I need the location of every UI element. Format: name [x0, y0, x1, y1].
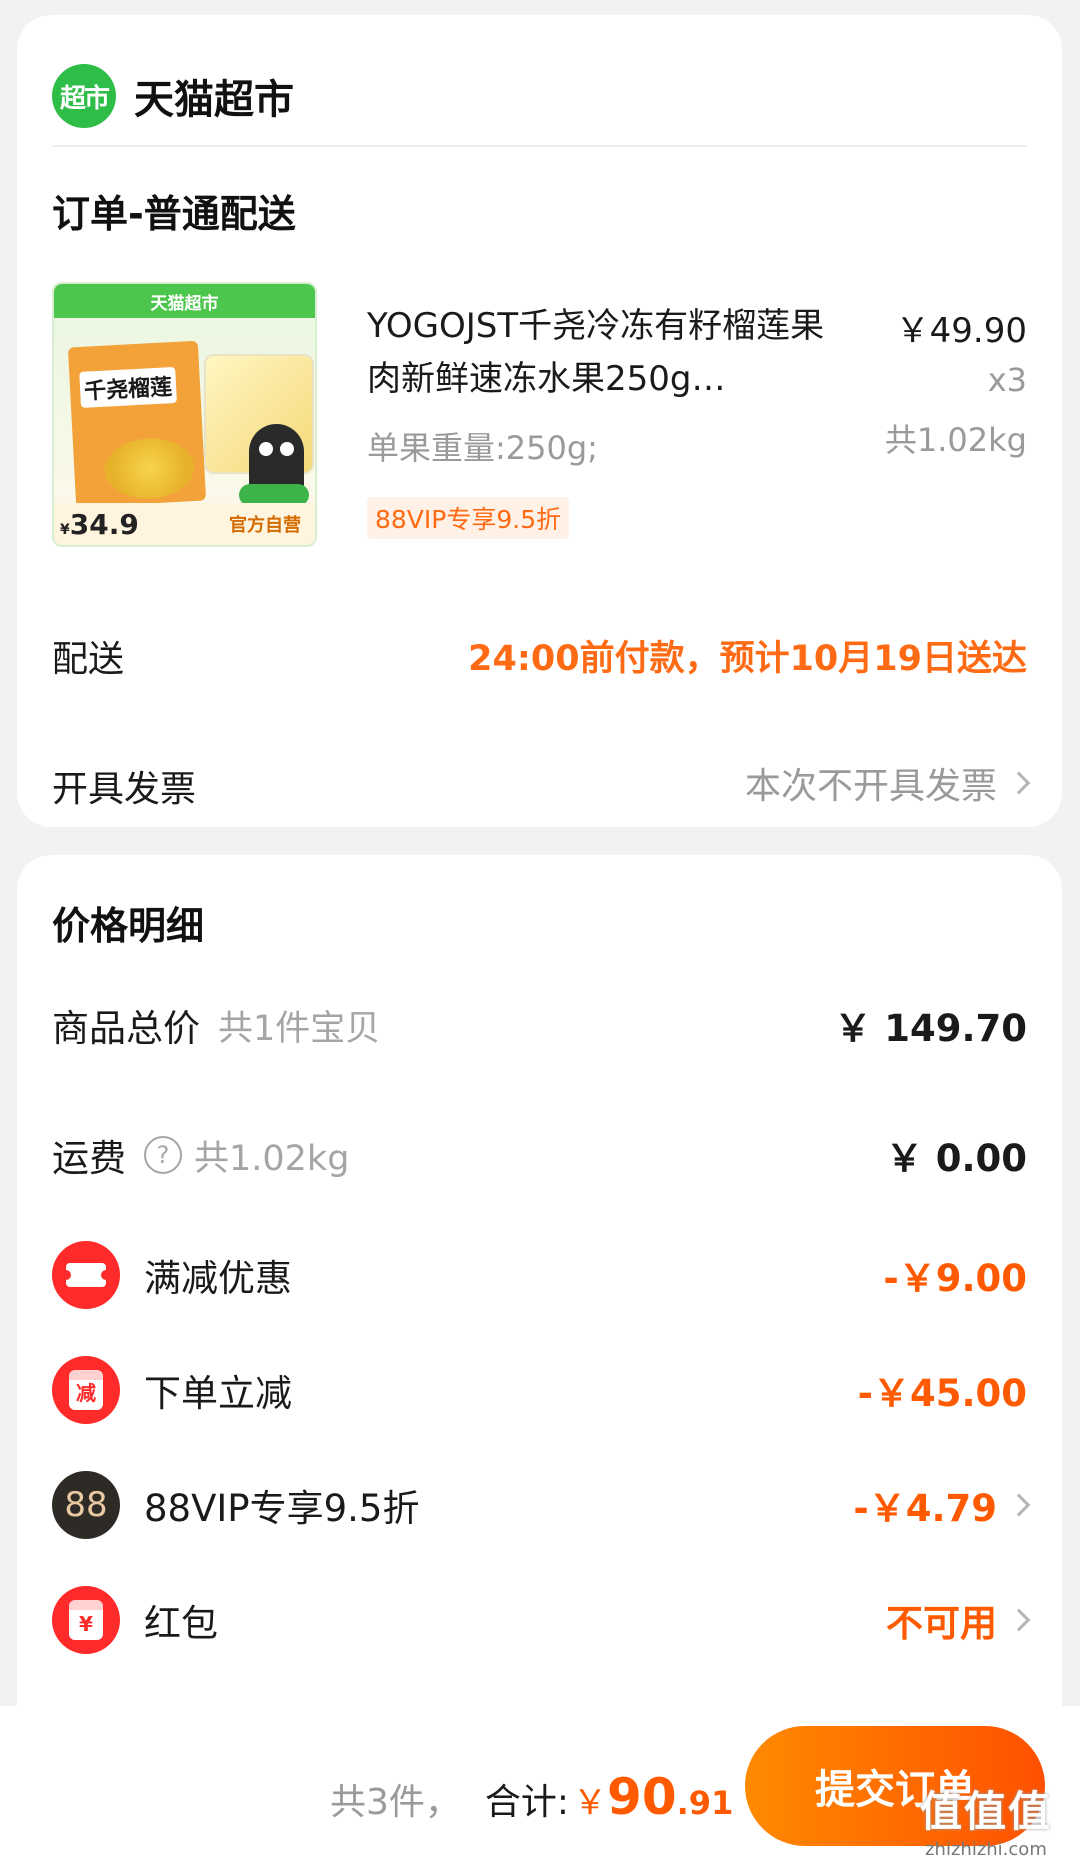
order-total: 共3件， 合计: ￥ 90 .91: [330, 1768, 733, 1826]
invoice-selector[interactable]: 本次不开具发票: [744, 757, 1031, 809]
goods-total-value: ￥ 149.70: [834, 1007, 1027, 1050]
total-decimal: .91: [676, 1784, 734, 1822]
discount-value: 不可用: [886, 1602, 997, 1645]
shipping-row: 运费 ? 共1.02kg ￥ 0.00: [52, 1120, 1027, 1190]
goods-total-count: 共1件宝贝: [218, 1008, 381, 1049]
store-logo-icon: 超市: [52, 64, 116, 128]
product-image-price: ¥34.9: [60, 507, 139, 541]
vip-discount-badge: 88VIP专享9.5折: [367, 497, 570, 539]
discount-row-red-packet[interactable]: ¥ 红包 不可用: [52, 1580, 1031, 1660]
discount-row-88vip[interactable]: 88 88VIP专享9.5折 -￥4.79: [52, 1465, 1031, 1545]
divider: [52, 145, 1027, 147]
delivery-value: 24:00前付款，预计10月19日送达: [468, 639, 1027, 679]
shipping-weight: 共1.02kg: [194, 1138, 350, 1179]
delivery-label: 配送: [52, 639, 125, 680]
store-name: 天猫超市: [134, 77, 294, 123]
order-card: 超市 天猫超市 订单-普通配送 天猫超市 千尧榴莲 ¥34.9 官方自营 YOG…: [17, 15, 1062, 827]
invoice-label: 开具发票: [52, 769, 197, 810]
total-label: 合计:: [484, 1782, 570, 1823]
discount-label: 88VIP专享9.5折: [144, 1487, 420, 1530]
watermark-url: zhizhizhi.com: [925, 1839, 1047, 1860]
chevron-right-icon: [1007, 771, 1031, 795]
durian-graphic: [102, 436, 196, 501]
discount-value-wrap: -￥4.79: [853, 1478, 1031, 1532]
red-packet-icon: ¥: [52, 1586, 120, 1654]
discount-value: -￥4.79: [853, 1487, 997, 1530]
chevron-right-icon: [1007, 1608, 1031, 1632]
item-count: 共3件，: [330, 1782, 461, 1823]
minus-badge-icon: 减: [52, 1356, 120, 1424]
coupon-icon: [52, 1241, 120, 1309]
goods-total-label: 商品总价: [52, 1007, 200, 1050]
product-image-banner: 天猫超市: [54, 284, 315, 318]
watermark-glyph: 值值值: [919, 1787, 1052, 1836]
discount-row-full-reduction[interactable]: 满减优惠 -￥9.00: [52, 1235, 1027, 1315]
discount-value: -￥45.00: [857, 1372, 1027, 1415]
discount-label: 满减优惠: [144, 1257, 292, 1300]
vip88-icon: 88: [52, 1471, 120, 1539]
discount-value-wrap: 不可用: [886, 1593, 1031, 1647]
shipping-value: ￥ 0.00: [885, 1137, 1027, 1180]
discount-label: 下单立减: [144, 1372, 292, 1415]
discount-value: -￥9.00: [883, 1257, 1027, 1300]
order-section-title: 订单-普通配送: [52, 192, 296, 236]
shipping-label: 运费: [52, 1137, 126, 1180]
goods-total-row: 商品总价 共1件宝贝 ￥ 149.70: [52, 990, 1027, 1060]
product-image-self-label: 官方自营: [229, 515, 301, 536]
discount-label: 红包: [144, 1602, 218, 1645]
product-price: ￥49.90: [895, 311, 1027, 351]
product-package-title: 千尧榴莲: [79, 366, 177, 408]
checkout-bar: 共3件， 合计: ￥ 90 .91 提交订单 值值值 zhizhizhi.com: [0, 1706, 1080, 1874]
price-detail-card: 价格明细 商品总价 共1件宝贝 ￥ 149.70 运费 ? 共1.02kg ￥ …: [17, 855, 1062, 1710]
product-title[interactable]: YOGOJST千尧冷冻有籽榴莲果肉新鲜速冻水果250g…: [367, 300, 857, 406]
invoice-value: 本次不开具发票: [744, 766, 997, 807]
watermark: 值值值 zhizhizhi.com: [920, 1778, 1052, 1860]
store-header[interactable]: 超市 天猫超市: [52, 52, 294, 140]
question-icon[interactable]: ?: [144, 1136, 182, 1174]
total-currency: ￥: [573, 1783, 608, 1823]
discount-row-instant[interactable]: 减 下单立减 -￥45.00: [52, 1350, 1027, 1430]
product-weight: 共1.02kg: [884, 421, 1027, 459]
product-spec: 单果重量:250g;: [367, 429, 598, 467]
product-image-footer: ¥34.9 官方自营: [54, 503, 315, 545]
product-image[interactable]: 天猫超市 千尧榴莲 ¥34.9 官方自营: [52, 282, 317, 547]
chevron-right-icon: [1007, 1493, 1031, 1517]
price-detail-title: 价格明细: [52, 904, 205, 948]
product-package-graphic: 千尧榴莲: [67, 340, 207, 508]
product-quantity: x3: [987, 361, 1027, 399]
total-integer: 90: [607, 1768, 677, 1826]
